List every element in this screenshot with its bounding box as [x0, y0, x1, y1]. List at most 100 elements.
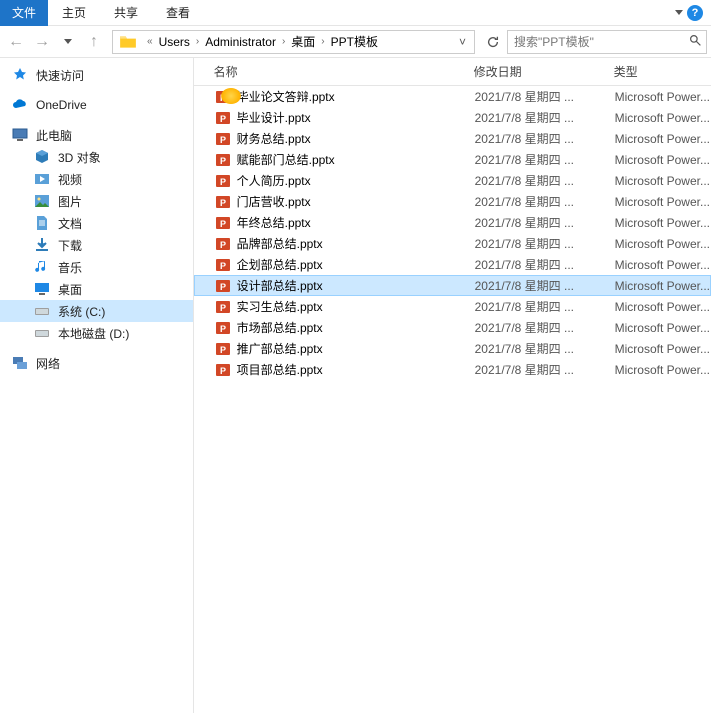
- chevron-icon[interactable]: ›: [282, 36, 285, 47]
- file-row[interactable]: P 推广部总结.pptx2021/7/8 星期四 ...Microsoft Pow…: [194, 338, 711, 359]
- address-bar[interactable]: « Users› Administrator› 桌面› PPT模板 ˅: [112, 30, 475, 54]
- sidebar-item[interactable]: 图片: [0, 190, 193, 212]
- forward-button[interactable]: →: [30, 30, 54, 54]
- file-row[interactable]: P品牌部总结.pptx2021/7/8 星期四 ...Microsoft Pow…: [194, 233, 711, 254]
- crumb-users[interactable]: Users›: [159, 35, 206, 49]
- refresh-button[interactable]: [481, 30, 505, 54]
- file-name: 赋能部门总结.pptx: [237, 151, 475, 168]
- file-row[interactable]: P 项目部总结.pptx2021/7/8 星期四 ...Microsoft Pow…: [194, 359, 711, 380]
- svg-text:P: P: [220, 261, 226, 271]
- powerpoint-icon: P: [215, 173, 231, 189]
- file-date: 2021/7/8 星期四 ...: [475, 88, 615, 105]
- column-type[interactable]: 类型: [614, 63, 711, 80]
- sidebar-item[interactable]: 3D 对象: [0, 146, 193, 168]
- file-row[interactable]: P设计部总结.pptx2021/7/8 星期四 ...Microsoft Pow…: [194, 275, 711, 296]
- file-name: 市场部总结.pptx: [237, 319, 475, 336]
- cloud-icon: [12, 97, 28, 113]
- file-name: 推广部总结.pptx: [237, 340, 475, 357]
- svg-text:P: P: [220, 324, 226, 334]
- recent-dropdown[interactable]: [56, 30, 80, 54]
- search-input[interactable]: 搜索"PPT模板": [507, 30, 707, 54]
- file-row[interactable]: P个人简历.pptx2021/7/8 星期四 ...Microsoft Powe…: [194, 170, 711, 191]
- file-type: Microsoft Power...: [615, 279, 710, 293]
- refresh-icon: [486, 35, 500, 49]
- file-tab[interactable]: 文件: [0, 0, 48, 26]
- file-row[interactable]: P赋能部门总结.pptx2021/7/8 星期四 ...Microsoft Po…: [194, 149, 711, 170]
- sidebar-item[interactable]: 音乐: [0, 256, 193, 278]
- back-button[interactable]: ←: [4, 30, 28, 54]
- file-row[interactable]: P实习生总结.pptx2021/7/8 星期四 ...Microsoft Pow…: [194, 296, 711, 317]
- file-row[interactable]: P 毕业设计.pptx2021/7/8 星期四 ...Microsoft Powe…: [194, 107, 711, 128]
- sidebar-item[interactable]: 文档: [0, 212, 193, 234]
- svg-text:P: P: [220, 198, 226, 208]
- crumb-current[interactable]: PPT模板: [331, 33, 378, 50]
- home-tab[interactable]: 主页: [48, 0, 100, 26]
- file-name: 毕业设计.pptx: [237, 109, 475, 126]
- ribbon-collapse-icon[interactable]: [675, 10, 683, 15]
- crumb-admin[interactable]: Administrator›: [205, 35, 291, 49]
- file-row[interactable]: P市场部总结.pptx2021/7/8 星期四 ...Microsoft Pow…: [194, 317, 711, 338]
- file-name: 设计部总结.pptx: [237, 277, 475, 294]
- sidebar-item[interactable]: 下载: [0, 234, 193, 256]
- share-tab[interactable]: 共享: [100, 0, 152, 26]
- file-row[interactable]: P毕业论文答辩.pptx2021/7/8 星期四 ...Microsoft Po…: [194, 86, 711, 107]
- view-tab[interactable]: 查看: [152, 0, 204, 26]
- star-icon: [12, 67, 28, 83]
- svg-text:P: P: [220, 156, 226, 166]
- svg-text:P: P: [220, 177, 226, 187]
- powerpoint-icon: P: [215, 131, 231, 147]
- search-icon[interactable]: [689, 34, 702, 50]
- sidebar-item[interactable]: 桌面: [0, 278, 193, 300]
- file-type: Microsoft Power...: [615, 237, 710, 251]
- sidebar-item-icon: [34, 215, 50, 231]
- help-area: ?: [675, 5, 703, 21]
- powerpoint-icon: P: [215, 110, 231, 126]
- sidebar-item-label: 此电脑: [36, 127, 72, 144]
- file-row[interactable]: P门店营收.pptx2021/7/8 星期四 ...Microsoft Powe…: [194, 191, 711, 212]
- file-row[interactable]: P企划部总结.pptx2021/7/8 星期四 ...Microsoft Pow…: [194, 254, 711, 275]
- file-row[interactable]: P财务总结.pptx2021/7/8 星期四 ...Microsoft Powe…: [194, 128, 711, 149]
- help-icon[interactable]: ?: [687, 5, 703, 21]
- file-type: Microsoft Power...: [615, 342, 710, 356]
- file-type: Microsoft Power...: [615, 216, 710, 230]
- chevron-icon[interactable]: ›: [196, 36, 199, 47]
- sidebar-this-pc[interactable]: 此电脑: [0, 124, 193, 146]
- chevron-icon[interactable]: «: [147, 36, 153, 47]
- file-name: 个人简历.pptx: [237, 172, 475, 189]
- crumb-desktop[interactable]: 桌面›: [291, 33, 330, 50]
- svg-text:P: P: [220, 219, 226, 229]
- sidebar-item[interactable]: 系统 (C:): [0, 300, 193, 322]
- file-type: Microsoft Power...: [615, 111, 710, 125]
- file-date: 2021/7/8 星期四 ...: [475, 109, 615, 126]
- sidebar-item-label: 系统 (C:): [58, 303, 105, 320]
- file-date: 2021/7/8 星期四 ...: [475, 130, 615, 147]
- file-name: 实习生总结.pptx: [237, 298, 475, 315]
- sidebar-quick-access[interactable]: 快速访问: [0, 64, 193, 86]
- sidebar-item[interactable]: 视频: [0, 168, 193, 190]
- sidebar-item[interactable]: 本地磁盘 (D:): [0, 322, 193, 344]
- file-type: Microsoft Power...: [615, 363, 710, 377]
- svg-text:P: P: [220, 345, 226, 355]
- file-date: 2021/7/8 星期四 ...: [475, 340, 615, 357]
- column-name[interactable]: 名称: [214, 63, 474, 80]
- file-list[interactable]: P毕业论文答辩.pptx2021/7/8 星期四 ...Microsoft Po…: [194, 86, 711, 713]
- chevron-icon[interactable]: ›: [321, 36, 324, 47]
- file-name: 年终总结.pptx: [237, 214, 475, 231]
- sidebar-item-label: 网络: [36, 355, 60, 372]
- sidebar-network[interactable]: 网络: [0, 352, 193, 374]
- sidebar-onedrive[interactable]: OneDrive: [0, 94, 193, 116]
- sidebar-item-label: 文档: [58, 215, 82, 232]
- svg-text:P: P: [220, 366, 226, 376]
- file-name: 项目部总结.pptx: [237, 361, 475, 378]
- file-date: 2021/7/8 星期四 ...: [475, 235, 615, 252]
- powerpoint-icon: P: [215, 320, 231, 336]
- file-date: 2021/7/8 星期四 ...: [475, 361, 615, 378]
- up-button[interactable]: ↑: [82, 30, 106, 54]
- column-date[interactable]: 修改日期: [474, 63, 614, 80]
- address-dropdown[interactable]: ˅: [453, 35, 472, 49]
- sidebar-item-icon: [34, 281, 50, 297]
- file-row[interactable]: P年终总结.pptx2021/7/8 星期四 ...Microsoft Powe…: [194, 212, 711, 233]
- powerpoint-icon: P: [215, 152, 231, 168]
- file-type: Microsoft Power...: [615, 153, 710, 167]
- sidebar-item-label: 图片: [58, 193, 82, 210]
